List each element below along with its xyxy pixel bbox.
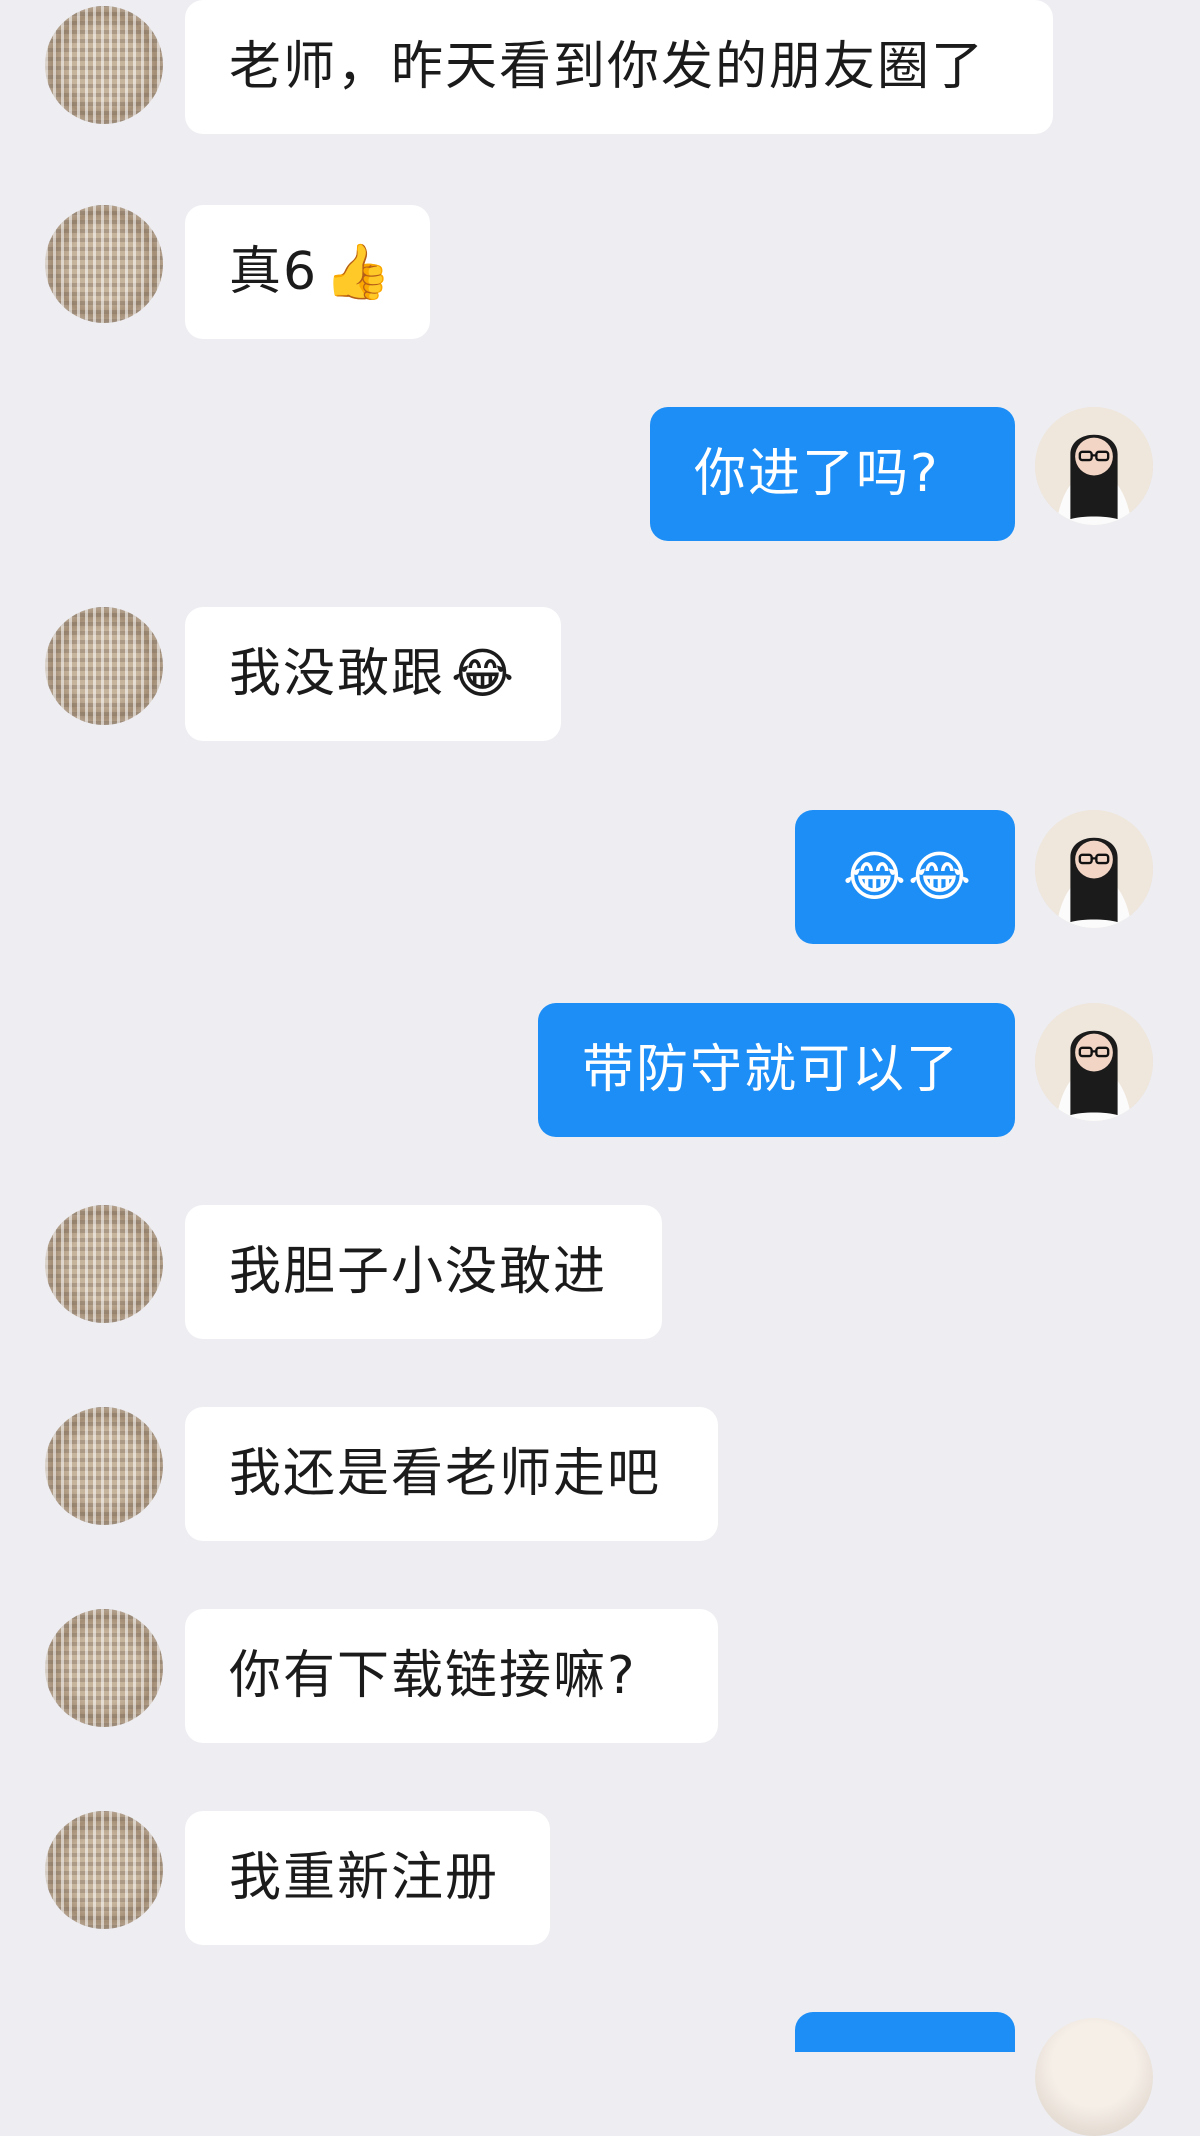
user-avatar[interactable] xyxy=(1035,810,1153,928)
message-text: 带防守就可以了 xyxy=(582,1040,961,1100)
contact-avatar[interactable] xyxy=(45,607,163,725)
message-text: 真6 xyxy=(229,242,319,302)
message-text: 我没敢跟 xyxy=(229,644,446,704)
user-avatar[interactable] xyxy=(1035,1003,1153,1121)
user-avatar[interactable] xyxy=(1035,407,1153,525)
partial-message-bubble[interactable] xyxy=(795,2012,1015,2052)
message-text: 我胆子小没敢进 xyxy=(229,1242,608,1302)
message-text: 我还是看老师走吧 xyxy=(229,1444,662,1504)
contact-avatar[interactable] xyxy=(45,1609,163,1727)
user-avatar-icon xyxy=(1035,810,1153,928)
message-bubble[interactable]: 你有下载链接嘛? xyxy=(185,1609,718,1743)
message-bubble[interactable]: 我胆子小没敢进 xyxy=(185,1205,662,1339)
laughing-emoji-icon: 😂😂 xyxy=(842,845,974,908)
contact-avatar[interactable] xyxy=(45,1205,163,1323)
message-text: 我重新注册 xyxy=(229,1848,500,1908)
contact-avatar[interactable] xyxy=(45,6,163,124)
message-bubble[interactable]: 😂😂 xyxy=(795,810,1015,944)
user-avatar[interactable] xyxy=(1035,2018,1153,2136)
thumbs-up-icon: 👍 xyxy=(324,240,394,303)
message-text: 老师，昨天看到你发的朋友圈了 xyxy=(229,37,986,97)
message-bubble[interactable]: 带防守就可以了 xyxy=(538,1003,1015,1137)
message-bubble[interactable]: 真6 👍 xyxy=(185,205,430,339)
message-bubble[interactable]: 我还是看老师走吧 xyxy=(185,1407,718,1541)
chat-thread: 老师，昨天看到你发的朋友圈了 真6 👍 你进了吗? 我没敢跟 😂 😂😂 带防守就… xyxy=(0,0,1200,2136)
contact-avatar[interactable] xyxy=(45,205,163,323)
user-avatar-icon xyxy=(1035,1003,1153,1121)
message-bubble[interactable]: 我重新注册 xyxy=(185,1811,550,1945)
user-avatar-icon xyxy=(1035,407,1153,525)
contact-avatar[interactable] xyxy=(45,1407,163,1525)
message-bubble[interactable]: 我没敢跟 😂 xyxy=(185,607,561,741)
message-text: 你进了吗? xyxy=(694,444,940,504)
message-text: 你有下载链接嘛? xyxy=(229,1646,637,1706)
message-bubble[interactable]: 你进了吗? xyxy=(650,407,1015,541)
contact-avatar[interactable] xyxy=(45,1811,163,1929)
message-bubble[interactable]: 老师，昨天看到你发的朋友圈了 xyxy=(185,0,1053,134)
laughing-emoji-icon: 😂 xyxy=(451,642,517,705)
